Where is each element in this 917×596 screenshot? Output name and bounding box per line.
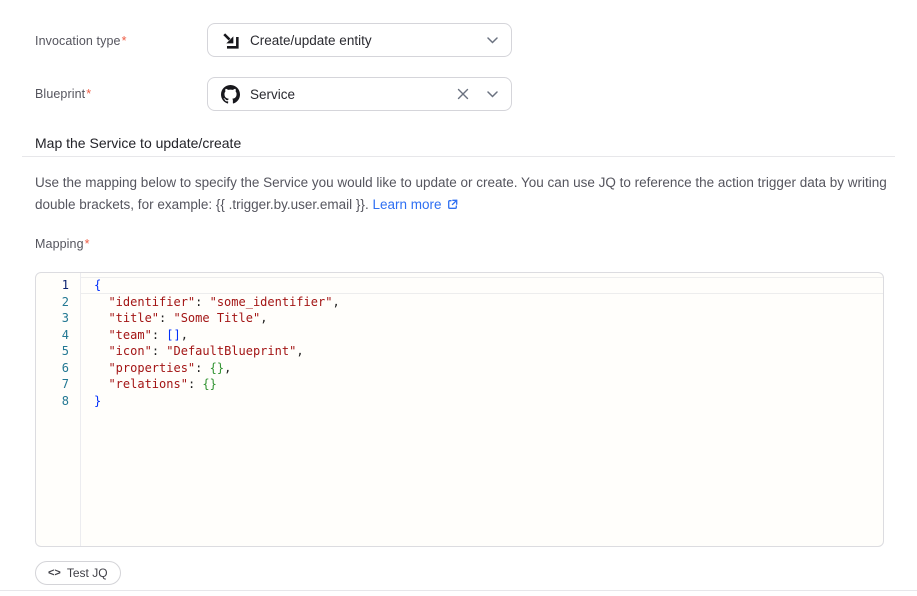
blueprint-label: Blueprint*	[35, 87, 91, 101]
test-jq-button[interactable]: <> Test JQ	[35, 561, 121, 585]
mapping-label-text: Mapping	[35, 237, 84, 251]
line-number: 3	[36, 310, 80, 327]
external-link-icon[interactable]	[446, 198, 459, 211]
invocation-type-value: Create/update entity	[250, 33, 477, 48]
test-jq-label: Test JQ	[67, 566, 108, 580]
invocation-type-label-text: Invocation type	[35, 34, 121, 48]
mapping-code-editor[interactable]: 12345678 { "identifier": "some_identifie…	[35, 272, 884, 547]
line-number: 1	[36, 277, 80, 294]
chevron-down-icon[interactable]	[487, 37, 498, 44]
bottom-divider	[0, 590, 917, 591]
code-line[interactable]: "icon": "DefaultBlueprint",	[81, 343, 883, 360]
blueprint-label-text: Blueprint	[35, 87, 85, 101]
blueprint-value: Service	[250, 87, 447, 102]
line-number: 4	[36, 327, 80, 344]
invocation-type-label: Invocation type*	[35, 34, 127, 48]
description-line-1: Use the mapping below to specify the Ser…	[35, 172, 887, 194]
code-icon: <>	[48, 567, 61, 579]
mapping-description: Use the mapping below to specify the Ser…	[35, 172, 887, 216]
description-line-2-text: double brackets, for example: {{ .trigge…	[35, 197, 369, 212]
line-number: 6	[36, 360, 80, 377]
line-number: 2	[36, 294, 80, 311]
github-icon	[221, 85, 240, 104]
required-asterisk: *	[86, 87, 91, 101]
code-line[interactable]: }	[81, 393, 883, 410]
chevron-down-icon[interactable]	[487, 91, 498, 98]
line-number: 7	[36, 376, 80, 393]
blueprint-select[interactable]: Service	[207, 77, 512, 111]
editor-gutter: 12345678	[36, 273, 81, 546]
clear-icon[interactable]	[457, 88, 469, 100]
code-line[interactable]: "properties": {},	[81, 360, 883, 377]
entity-icon	[221, 31, 240, 50]
description-line-2: double brackets, for example: {{ .trigge…	[35, 194, 887, 216]
code-line[interactable]: "identifier": "some_identifier",	[81, 294, 883, 311]
code-line[interactable]: {	[81, 277, 883, 294]
section-title: Map the Service to update/create	[35, 135, 241, 151]
line-number: 8	[36, 393, 80, 410]
section-divider	[22, 156, 895, 157]
editor-code[interactable]: { "identifier": "some_identifier", "titl…	[81, 273, 883, 546]
invocation-type-select[interactable]: Create/update entity	[207, 23, 512, 57]
code-line[interactable]: "team": [],	[81, 327, 883, 344]
required-asterisk: *	[85, 237, 90, 251]
code-line[interactable]: "relations": {}	[81, 376, 883, 393]
learn-more-link[interactable]: Learn more	[372, 197, 441, 212]
line-number: 5	[36, 343, 80, 360]
required-asterisk: *	[122, 34, 127, 48]
code-line[interactable]: "title": "Some Title",	[81, 310, 883, 327]
mapping-label: Mapping*	[35, 237, 90, 251]
